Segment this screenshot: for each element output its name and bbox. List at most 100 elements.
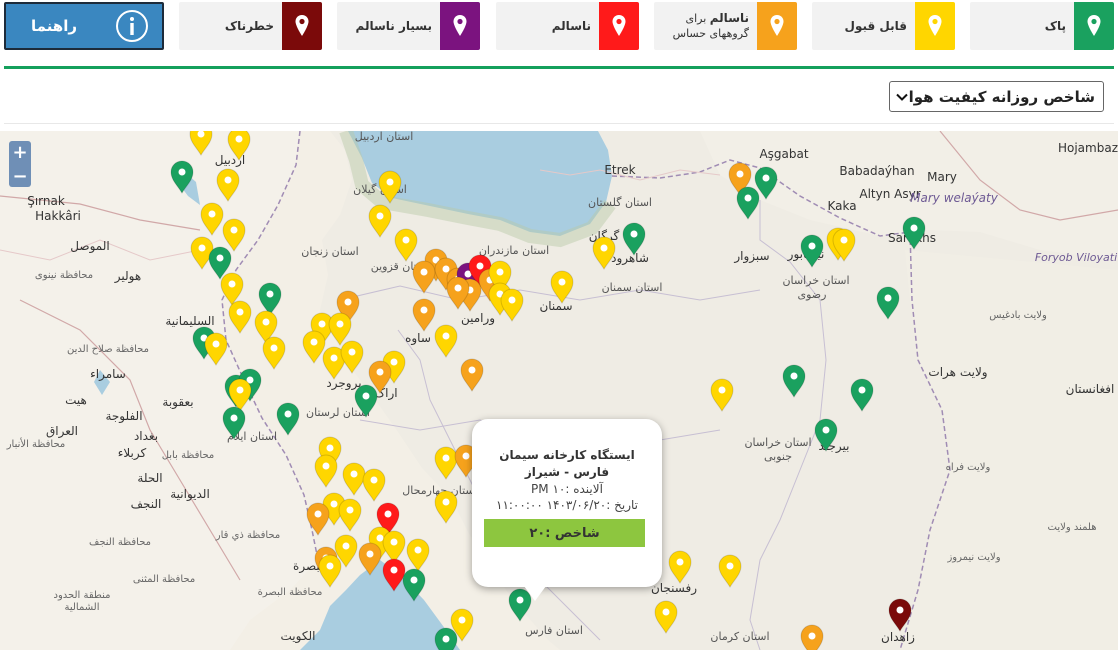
- divider: [4, 123, 1114, 124]
- station-marker[interactable]: [412, 260, 436, 295]
- station-marker[interactable]: [338, 498, 362, 533]
- popup-location: فارس - شیراز: [524, 465, 610, 479]
- station-marker[interactable]: [434, 627, 458, 650]
- legend-swatch-unhealthy: [599, 2, 639, 50]
- station-marker[interactable]: [262, 336, 286, 371]
- station-marker[interactable]: [302, 330, 326, 365]
- legend-item-clean: پاک: [970, 2, 1114, 50]
- station-marker[interactable]: [402, 568, 426, 603]
- legend-item-unhealthy: ناسالم: [496, 2, 639, 50]
- station-marker[interactable]: [412, 298, 436, 333]
- station-marker[interactable]: [378, 170, 402, 205]
- location-pin-icon: [612, 15, 626, 36]
- station-marker[interactable]: [220, 272, 244, 307]
- location-pin-icon: [928, 15, 942, 36]
- station-marker[interactable]: [368, 204, 392, 239]
- legend-label-unhealthy-sensitive: ناسالم برای گروههای حساس: [673, 2, 749, 50]
- station-marker[interactable]: [382, 530, 406, 565]
- index-type-select[interactable]: شاخص روزانه کیفیت هوا: [889, 81, 1104, 112]
- station-marker[interactable]: [718, 554, 742, 589]
- station-marker[interactable]: [434, 490, 458, 525]
- station-marker[interactable]: [668, 550, 692, 585]
- station-marker[interactable]: [200, 202, 224, 237]
- station-marker[interactable]: [340, 340, 364, 375]
- station-marker[interactable]: [189, 131, 213, 157]
- index-type-value: شاخص روزانه کیفیت هوا: [908, 87, 1095, 106]
- station-marker[interactable]: [800, 624, 824, 650]
- location-pin-icon: [295, 15, 309, 36]
- zoom-control: + −: [9, 141, 31, 187]
- popup-pollutant: آلاینده :PM ۱۰: [531, 482, 603, 496]
- location-pin-icon: [770, 15, 784, 36]
- station-marker[interactable]: [800, 234, 824, 269]
- station-marker[interactable]: [592, 236, 616, 271]
- chevron-down-icon: [896, 82, 908, 111]
- station-marker[interactable]: [876, 286, 900, 321]
- station-marker[interactable]: [342, 462, 366, 497]
- location-pin-icon: [1087, 15, 1101, 36]
- legend-label-unhealthy-sensitive-for: برای: [685, 12, 710, 25]
- station-marker[interactable]: [227, 131, 251, 162]
- station-marker[interactable]: [222, 406, 246, 441]
- station-marker[interactable]: [710, 378, 734, 413]
- station-marker[interactable]: [204, 332, 228, 367]
- popup-tail: [524, 586, 546, 601]
- legend-swatch-hazardous: [282, 2, 322, 50]
- guide-label: راهنما: [31, 17, 77, 35]
- legend-label-clean: پاک: [1044, 18, 1066, 33]
- popup-index-value: شاخص :۲۰: [484, 519, 645, 547]
- station-marker[interactable]: [222, 218, 246, 253]
- station-marker[interactable]: [228, 378, 252, 413]
- popup-date: تاریخ :۱۴۰۳/۰۶/۲۰ ۱۱:۰۰:۰۰: [496, 498, 638, 512]
- station-marker[interactable]: [328, 312, 352, 347]
- station-marker[interactable]: [362, 468, 386, 503]
- station-marker[interactable]: [306, 502, 330, 537]
- zoom-out-button[interactable]: −: [9, 165, 31, 187]
- station-marker[interactable]: [814, 418, 838, 453]
- guide-button[interactable]: راهنما: [4, 2, 164, 50]
- info-icon: [102, 4, 162, 48]
- station-marker[interactable]: [382, 558, 406, 593]
- legend-label-very-unhealthy: بسیار ناسالم: [355, 18, 432, 33]
- station-marker[interactable]: [460, 358, 484, 393]
- station-marker[interactable]: [216, 168, 240, 203]
- legend-bar: پاک قابل قبول ناسالم برای گروههای حساس ن…: [0, 0, 1118, 56]
- legend-swatch-clean: [1074, 2, 1114, 50]
- station-marker[interactable]: [500, 288, 524, 323]
- station-marker[interactable]: [394, 228, 418, 263]
- station-marker[interactable]: [228, 300, 252, 335]
- station-marker[interactable]: [406, 538, 430, 573]
- legend-label-unhealthy-sensitive-main: ناسالم: [709, 11, 749, 25]
- station-marker[interactable]: [736, 186, 760, 221]
- station-marker[interactable]: [902, 216, 926, 251]
- legend-item-very-unhealthy: بسیار ناسالم: [337, 2, 480, 50]
- station-marker[interactable]: [888, 598, 912, 633]
- station-popup: ایستگاه کارخانه سیمان فارس - شیراز آلاین…: [472, 419, 662, 601]
- legend-swatch-acceptable: [915, 2, 955, 50]
- station-marker[interactable]: [354, 384, 378, 419]
- station-marker[interactable]: [654, 600, 678, 635]
- legend-label-hazardous: خطرناک: [224, 18, 274, 33]
- station-marker[interactable]: [850, 378, 874, 413]
- station-marker[interactable]: [314, 454, 338, 489]
- legend-label-acceptable: قابل قبول: [844, 18, 907, 33]
- station-marker[interactable]: [550, 270, 574, 305]
- legend-item-acceptable: قابل قبول: [812, 2, 955, 50]
- station-marker[interactable]: [782, 364, 806, 399]
- legend-swatch-very-unhealthy: [440, 2, 480, 50]
- location-pin-icon: [453, 15, 467, 36]
- legend-item-hazardous: خطرناک: [179, 2, 322, 50]
- zoom-in-button[interactable]: +: [9, 141, 31, 163]
- station-marker[interactable]: [258, 282, 282, 317]
- legend-label-unhealthy-sensitive-line2: گروههای حساس: [672, 27, 749, 40]
- station-marker[interactable]: [358, 542, 382, 577]
- station-marker[interactable]: [170, 160, 194, 195]
- station-marker[interactable]: [622, 222, 646, 257]
- station-marker[interactable]: [434, 446, 458, 481]
- popup-station-name: ایستگاه کارخانه سیمان: [499, 448, 635, 462]
- station-marker[interactable]: [434, 324, 458, 359]
- station-marker[interactable]: [318, 554, 342, 589]
- station-marker[interactable]: [276, 402, 300, 437]
- legend-swatch-unhealthy-sensitive: [757, 2, 797, 50]
- legend-label-unhealthy: ناسالم: [551, 18, 591, 33]
